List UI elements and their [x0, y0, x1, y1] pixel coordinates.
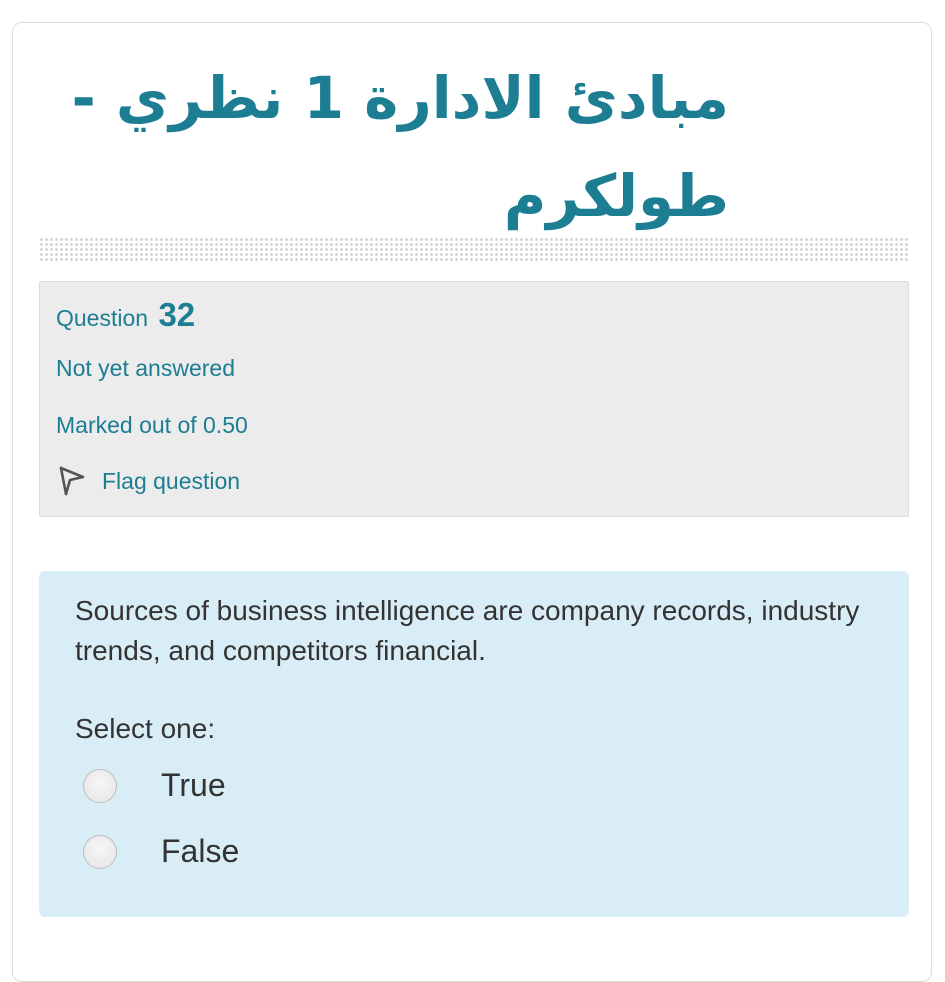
flag-outline-icon [56, 465, 88, 497]
option-label-true: True [161, 767, 226, 803]
question-label: Question [56, 305, 149, 331]
answer-option-false[interactable]: False [83, 833, 239, 870]
option-label-false: False [161, 833, 240, 869]
question-info-panel: Question 32 Not yet answered Marked out … [39, 281, 909, 517]
question-content-panel: Sources of business intelligence are com… [39, 571, 909, 917]
question-grade: Marked out of 0.50 [56, 412, 248, 438]
question-state: Not yet answered [56, 355, 235, 381]
question-number: 32 [158, 296, 196, 333]
select-prompt: Select one: [75, 713, 216, 744]
flag-question-label: Flag question [102, 467, 241, 494]
question-number-heading: Question 32 [56, 296, 195, 334]
quiz-card: مبادئ الادارة 1 نظري - طولكرم Question 3… [12, 22, 932, 982]
course-title: مبادئ الادارة 1 نظري - طولكرم [71, 64, 729, 230]
radio-false[interactable] [83, 834, 117, 869]
question-text: Sources of business intelligence are com… [75, 595, 860, 666]
answer-option-true[interactable]: True [83, 767, 226, 804]
flag-question-button[interactable]: Flag question [56, 465, 240, 497]
dotted-separator [39, 237, 909, 263]
radio-true[interactable] [83, 768, 117, 803]
